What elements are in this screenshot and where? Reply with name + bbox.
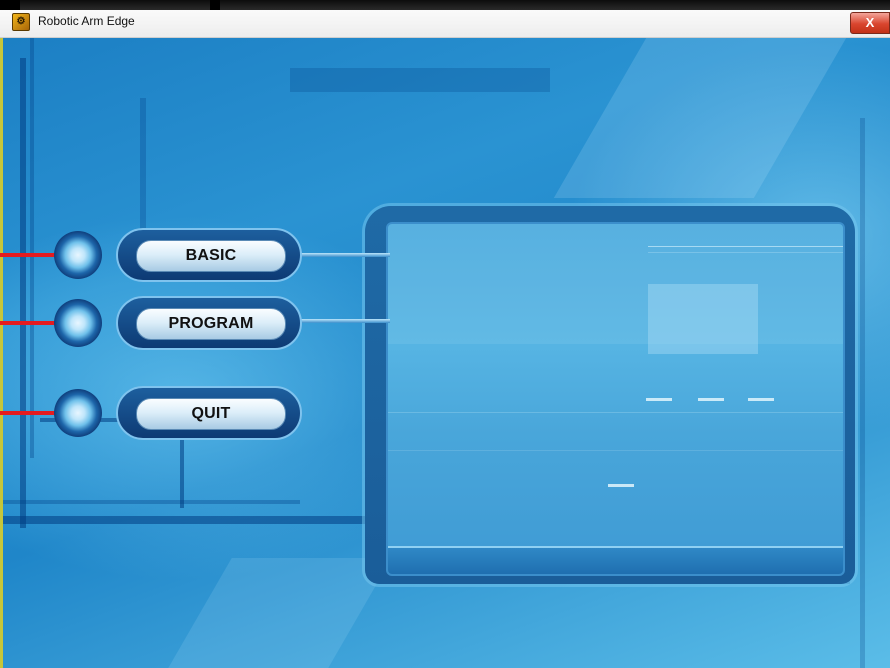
panel-dash	[608, 484, 634, 487]
circuit-trace	[0, 516, 380, 524]
display-panel	[386, 222, 845, 576]
panel-grid-line	[648, 252, 843, 253]
basic-button-label: BASIC	[185, 247, 237, 264]
basic-button-frame: BASIC	[116, 228, 302, 282]
menu-row-basic: BASIC	[0, 225, 395, 285]
circuit-trace	[860, 118, 865, 668]
title-bar-edge	[0, 0, 890, 10]
app-window: ⚙ Robotic Arm Edge X BASIC PROGRAM QUIT	[0, 0, 890, 668]
window-title: Robotic Arm Edge	[38, 14, 135, 28]
program-button[interactable]: PROGRAM	[136, 308, 286, 340]
quit-button-label: QUIT	[191, 405, 231, 422]
program-button-label: PROGRAM	[168, 315, 254, 332]
circuit-block	[290, 68, 550, 92]
menu-row-program: PROGRAM	[0, 293, 395, 353]
panel-dash	[698, 398, 724, 401]
indicator-knob	[54, 389, 102, 437]
basic-button[interactable]: BASIC	[136, 240, 286, 272]
program-button-frame: PROGRAM	[116, 296, 302, 350]
panel-connector	[300, 253, 390, 257]
menu-row-quit: QUIT	[0, 383, 395, 443]
robotic-arm-app-icon[interactable]: ⚙	[12, 13, 30, 31]
title-bar[interactable]: ⚙ Robotic Arm Edge X	[0, 0, 890, 38]
light-streak	[553, 38, 847, 198]
panel-bottom-bar	[388, 546, 843, 574]
panel-dash	[748, 398, 774, 401]
panel-grid-line	[388, 450, 843, 451]
window-left-border	[0, 38, 3, 668]
light-streak	[168, 558, 392, 668]
indicator-knob	[54, 231, 102, 279]
circuit-trace	[140, 98, 146, 238]
panel-dash	[646, 398, 672, 401]
indicator-knob	[54, 299, 102, 347]
close-button[interactable]: X	[850, 12, 890, 34]
panel-glow-block	[648, 284, 758, 354]
quit-button-frame: QUIT	[116, 386, 302, 440]
panel-connector	[300, 319, 390, 323]
panel-grid-line	[648, 246, 843, 247]
panel-grid-line	[388, 412, 843, 413]
quit-button[interactable]: QUIT	[136, 398, 286, 430]
panel-glare	[388, 224, 843, 344]
circuit-trace	[0, 500, 300, 504]
